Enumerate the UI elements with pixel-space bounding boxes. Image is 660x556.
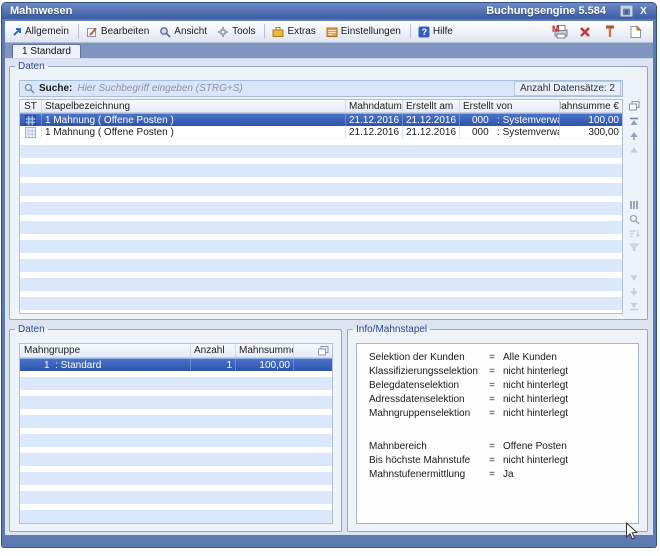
screen: { "window": { "title": "Mahnwesen", "ver…	[0, 0, 660, 556]
tools-icon	[217, 26, 229, 38]
window-body: Allgemein Bearbeiten Ansicht Tools Extra…	[5, 21, 653, 535]
table-row[interactable]: 1 Mahnung ( Offene Posten ) 21.12.2016 2…	[20, 126, 622, 139]
tab-page: Daten Suche: Hier Suchbegriff eingeben (…	[5, 58, 653, 535]
info-row: Mahngruppenselektion = nicht hinterlegt	[369, 407, 632, 420]
empty-rows-area	[20, 139, 622, 313]
menu-allgemein[interactable]: Allgemein	[8, 24, 75, 39]
col-anzahl[interactable]: Anzahl	[191, 344, 236, 357]
col-erstellt-von[interactable]: Erstellt von	[460, 100, 560, 112]
info-row: Belegdatenselektion = nicht hinterlegt	[369, 379, 632, 392]
search-label: Suche:	[39, 83, 72, 94]
table-header[interactable]: ST Stapelbezeichnung Mahndatum Erstellt …	[20, 100, 622, 113]
info-row: Selektion der Kunden = Alle Kunden	[369, 351, 632, 364]
mahngruppe-group: Daten Mahngruppe Anzahl Mahnsumme € 1 : …	[9, 324, 342, 532]
menu-separator	[264, 24, 265, 39]
delete-icon[interactable]	[576, 24, 594, 40]
mahnstapel-table: ST Stapelbezeichnung Mahndatum Erstellt …	[19, 99, 623, 314]
scroll-next-icon[interactable]	[628, 272, 640, 284]
menu-ansicht[interactable]: Ansicht	[155, 24, 213, 40]
info-row: Mahnstufenermittlung = Ja	[369, 468, 632, 481]
col-st[interactable]: ST	[20, 100, 42, 112]
table-row[interactable]: 1 Mahnung ( Offene Posten ) 21.12.2016 2…	[20, 113, 622, 126]
sort-icon[interactable]	[628, 227, 640, 239]
tab-strip: 1 Standard	[5, 43, 653, 58]
empty-rows-area	[20, 371, 332, 523]
app-version: Buchungsengine 5.584	[486, 5, 606, 17]
col-mahndatum[interactable]: Mahndatum	[346, 100, 403, 112]
svg-text:?: ?	[421, 27, 427, 37]
menu-hilfe[interactable]: ? Hilfe	[414, 24, 459, 40]
col-stapelbezeichnung[interactable]: Stapelbezeichnung	[42, 100, 346, 112]
edit-icon	[86, 26, 98, 38]
print-mahnung-icon[interactable]: M	[551, 24, 569, 40]
info-mahnstapel-legend: Info/Mahnstapel	[353, 324, 430, 335]
table-row[interactable]: 1 : Standard 1 100,00	[20, 358, 332, 371]
menu-tools[interactable]: Tools	[213, 24, 261, 40]
select-columns-icon[interactable]	[294, 344, 332, 357]
toolbar-actions: M	[551, 24, 650, 40]
menu-bar: Allgemein Bearbeiten Ansicht Tools Extra…	[5, 21, 653, 43]
scroll-up-icon[interactable]	[628, 130, 640, 142]
col-mahnsumme[interactable]: Mahnsumme €	[560, 100, 622, 112]
app-window: Mahnwesen Buchungsengine 5.584 ▣ X Allge…	[1, 2, 657, 548]
col-erstellt-am[interactable]: Erstellt am	[403, 100, 460, 112]
table-header[interactable]: Mahngruppe Anzahl Mahnsumme €	[20, 344, 332, 358]
info-row: Bis höchste Mahnstufe = nicht hinterlegt	[369, 454, 632, 467]
post-hammer-icon[interactable]	[601, 24, 619, 40]
view-icon	[159, 26, 171, 38]
scroll-down-icon[interactable]	[628, 286, 640, 298]
info-mahnstapel-group: Info/Mahnstapel Selektion der Kunden = A…	[347, 324, 648, 532]
record-count: Anzahl Datensätze: 2	[514, 81, 621, 96]
mahngruppe-legend: Daten	[15, 324, 48, 335]
svg-text:M: M	[552, 24, 560, 34]
grid-filled-icon	[20, 114, 42, 126]
mahngruppe-table: Mahngruppe Anzahl Mahnsumme € 1 : Standa…	[19, 343, 333, 524]
help-icon: ?	[418, 26, 430, 38]
main-daten-legend: Daten	[15, 61, 48, 72]
grid-outline-icon	[20, 126, 42, 138]
scroll-prev-icon[interactable]	[628, 144, 640, 156]
menu-separator	[78, 24, 79, 39]
arrow-ne-icon	[12, 27, 22, 37]
window-menu-icon[interactable]: ▣	[620, 5, 633, 17]
info-row: Mahnbereich = Offene Posten	[369, 440, 632, 453]
settings-icon	[326, 26, 338, 38]
info-panel: Selektion der Kunden = Alle Kunden Klass…	[356, 343, 639, 524]
tab-standard[interactable]: 1 Standard	[12, 44, 81, 58]
col-mahnsumme[interactable]: Mahnsumme €	[236, 344, 294, 357]
info-row: Adressdatenselektion = nicht hinterlegt	[369, 393, 632, 406]
info-row: Klassifizierungsselektion = nicht hinter…	[369, 365, 632, 378]
close-icon[interactable]: X	[637, 5, 650, 17]
column-options-icon[interactable]	[628, 199, 640, 211]
mouse-cursor	[625, 522, 638, 541]
menu-extras[interactable]: Extras	[268, 24, 321, 40]
menu-bearbeiten[interactable]: Bearbeiten	[82, 24, 155, 40]
extras-icon	[272, 26, 284, 38]
filter-icon[interactable]	[628, 241, 640, 253]
title-bar: Mahnwesen Buchungsengine 5.584 ▣ X	[2, 3, 656, 19]
select-columns-icon[interactable]	[628, 100, 640, 112]
search-icon	[24, 83, 35, 94]
search-table-icon[interactable]	[628, 213, 640, 225]
new-document-icon[interactable]	[626, 24, 644, 40]
search-input[interactable]: Suche: Hier Suchbegriff eingeben (STRG+S…	[19, 80, 623, 97]
menu-einstellungen[interactable]: Einstellungen	[322, 24, 407, 40]
search-placeholder: Hier Suchbegriff eingeben (STRG+S)	[77, 83, 514, 94]
scroll-first-icon[interactable]	[628, 116, 640, 128]
table-toolbar-strip	[626, 99, 642, 314]
col-mahngruppe[interactable]: Mahngruppe	[20, 344, 191, 357]
main-daten-group: Daten Suche: Hier Suchbegriff eingeben (…	[9, 61, 648, 320]
menu-separator	[410, 24, 411, 39]
window-title: Mahnwesen	[10, 5, 486, 17]
scroll-last-icon[interactable]	[628, 300, 640, 312]
